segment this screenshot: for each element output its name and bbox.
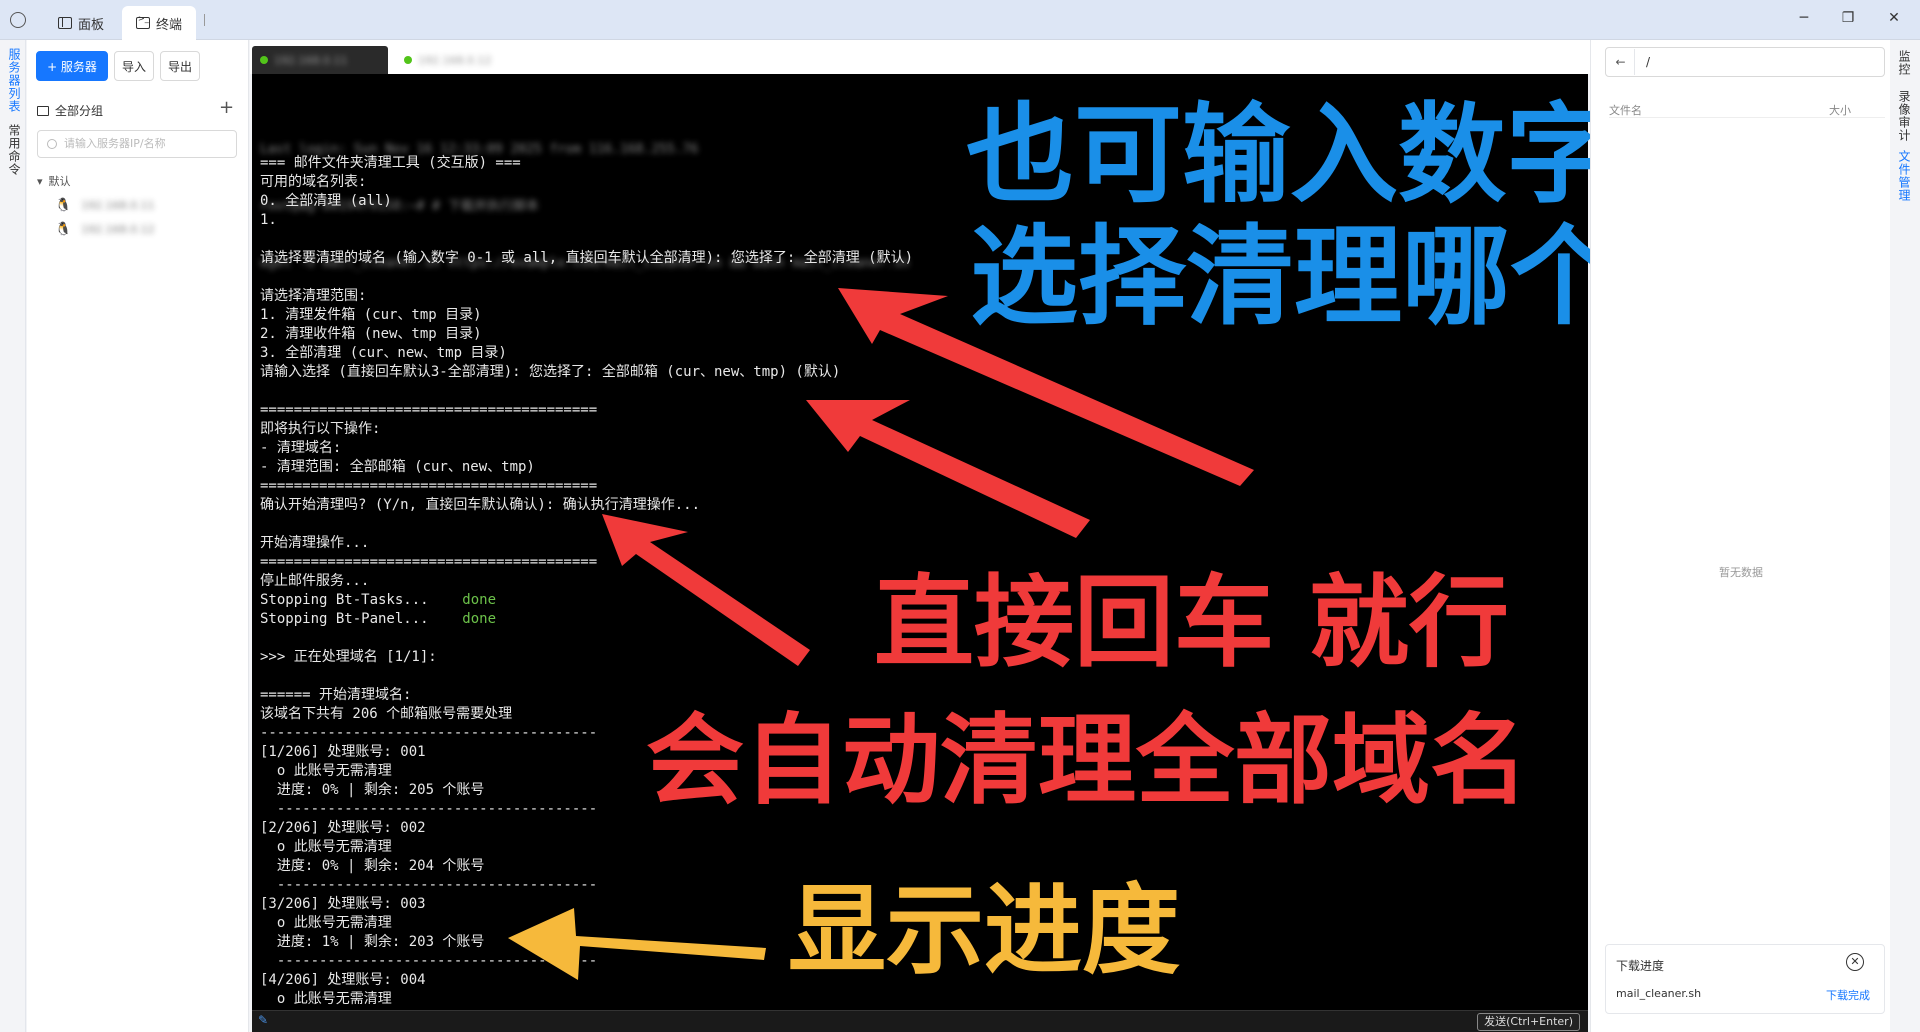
terminal-tab[interactable]: 192.168.0.12 <box>396 46 532 74</box>
user-icon[interactable] <box>10 12 26 28</box>
header-divider <box>1609 117 1885 118</box>
chevron-down-icon: ▾ <box>37 174 43 188</box>
terminal-line: ====== 开始清理域名: <box>260 687 420 703</box>
close-circle-icon[interactable]: ✕ <box>1846 953 1864 971</box>
col-filename[interactable]: 文件名 <box>1609 102 1642 118</box>
close-button[interactable]: ✕ <box>1884 10 1904 26</box>
server-search-input[interactable]: 请输入服务器IP/名称 <box>37 130 237 158</box>
terminal-line: 开始清理操作... <box>260 535 370 551</box>
group-default[interactable]: ▾ 默认 <box>37 173 71 189</box>
status-dot-icon <box>260 56 268 64</box>
terminal-tab-label: 192.168.0.11 <box>274 53 348 67</box>
linux-icon: 🐧 <box>55 222 72 237</box>
terminal-line: Stopping Bt-Panel... done <box>260 611 497 627</box>
terminal-line: 停止邮件服务... <box>260 573 370 589</box>
send-button[interactable]: 发送(Ctrl+Enter) <box>1477 1013 1580 1031</box>
terminal-line: 请选择清理范围: <box>260 288 367 304</box>
terminal-line: 2. 清理收件箱 (new、tmp 目录) <box>260 326 482 342</box>
done-status: done <box>428 611 497 627</box>
terminal-line: - 清理范围: 全部邮箱 (cur、new、tmp) <box>260 459 535 475</box>
linux-icon: 🐧 <box>55 198 72 213</box>
right-rail: 监控 录像审计 文件管理 <box>1890 40 1920 1032</box>
terminal-tab-bar: 192.168.0.11 192.168.0.12 <box>250 40 1590 74</box>
restore-button[interactable]: ❐ <box>1838 10 1858 26</box>
path-value: / <box>1646 55 1651 69</box>
terminal-line: 请输入选择 (直接回车默认3-全部清理): 您选择了: 全部邮箱 (cur、ne… <box>260 364 841 380</box>
server-name: 192.168.0.12 <box>81 223 155 236</box>
terminal-line: 0. 全部清理 (all) <box>260 193 392 209</box>
tab-panel[interactable]: 面板 <box>44 6 118 40</box>
terminal-line: o 此账号无需清理 <box>260 839 392 855</box>
download-status: 下载完成 <box>1826 989 1870 1002</box>
terminal-line: - 清理域名: <box>260 440 350 456</box>
rail-monitor[interactable]: 监控 <box>1896 50 1913 76</box>
terminal-footer: ✎ 发送(Ctrl+Enter) <box>252 1010 1588 1032</box>
terminal-line: 1. <box>260 212 286 228</box>
file-panel: ← / 文件名 大小 暂无数据 下载进度 ✕ mail_cleaner.sh 下… <box>1590 40 1890 1032</box>
server-item[interactable]: 🐧 192.168.0.11 <box>55 198 155 213</box>
import-button[interactable]: 导入 <box>114 51 154 81</box>
annotation-red-1: 直接回车 就行 <box>874 564 1509 681</box>
terminal-line: 确认开始清理吗? (Y/n, 直接回车默认确认): 确认执行清理操作... <box>260 497 701 513</box>
rail-server-list[interactable]: 服务器列表 <box>6 48 23 113</box>
tab-terminal[interactable]: 终端 <box>122 6 197 40</box>
annotation-red-2: 会自动清理全部域名 <box>646 704 1529 818</box>
path-input[interactable]: ← / <box>1605 47 1885 77</box>
terminal-line: >>> 正在处理域名 [1/1]: <box>260 649 446 665</box>
top-tab-bar: 面板 终端 ─ ❐ ✕ <box>0 0 1920 40</box>
annotation-blue-2: 选择清理哪个 <box>970 215 1619 340</box>
export-button[interactable]: 导出 <box>160 51 200 81</box>
done-status: done <box>428 592 497 608</box>
tab-panel-label: 面板 <box>78 17 105 33</box>
terminal-line: 1. 清理发件箱 (cur、tmp 目录) <box>260 307 482 323</box>
left-rail: 服务器列表 常用命令 <box>0 40 26 1032</box>
back-arrow-icon[interactable]: ← <box>1607 49 1635 75</box>
terminal-tab-label: 192.168.0.12 <box>418 53 492 67</box>
group-all-label: 全部分组 <box>55 104 104 118</box>
server-item[interactable]: 🐧 192.168.0.12 <box>55 222 155 237</box>
download-file: mail_cleaner.sh <box>1616 987 1702 1000</box>
terminal-line: ======================================== <box>260 554 598 570</box>
tab-divider <box>204 14 205 26</box>
status-dot-icon <box>404 56 412 64</box>
minimize-button[interactable]: ─ <box>1794 10 1814 26</box>
group-all[interactable]: 全部分组 <box>37 102 103 119</box>
terminal-line: ======================================== <box>260 478 598 494</box>
server-name: 192.168.0.11 <box>81 199 155 212</box>
terminal-line: 请选择要清理的域名 (输入数字 0-1 或 all, 直接回车默认全部清理): … <box>260 250 914 266</box>
terminal-line: Stopping Bt-Tasks... done <box>260 592 497 608</box>
terminal-line: 3. 全部清理 (cur、new、tmp 目录) <box>260 345 507 361</box>
terminal-tab-active[interactable]: 192.168.0.11 <box>252 46 388 74</box>
server-sidebar: + 服务器 导入 导出 全部分组 + 请输入服务器IP/名称 ▾ 默认 🐧 19… <box>27 40 249 1032</box>
col-size[interactable]: 大小 <box>1829 102 1851 118</box>
rail-audit[interactable]: 录像审计 <box>1896 90 1913 142</box>
list-icon <box>37 105 49 116</box>
terminal-line: o 此账号无需清理 <box>260 991 392 1007</box>
terminal-line: ======================================== <box>260 402 598 418</box>
download-progress-box: 下载进度 ✕ mail_cleaner.sh 下载完成 <box>1605 944 1885 1014</box>
terminal-line: [2/206] 处理账号: 002 <box>260 820 426 836</box>
add-group-icon[interactable]: + <box>219 97 234 118</box>
annotation-yellow: 显示进度 <box>788 874 1181 988</box>
add-server-button[interactable]: + 服务器 <box>36 51 108 81</box>
annotation-blue-1: 也可输入数字 <box>966 93 1615 218</box>
terminal-line: === 邮件文件夹清理工具 (交互版) === <box>260 155 521 171</box>
tab-terminal-label: 终端 <box>156 17 183 33</box>
empty-state: 暂无数据 <box>1719 566 1763 579</box>
rail-file-manager[interactable]: 文件管理 <box>1896 150 1913 202</box>
download-title: 下载进度 <box>1616 959 1665 973</box>
rail-common-commands[interactable]: 常用命令 <box>6 124 23 176</box>
edit-icon[interactable]: ✎ <box>258 1013 268 1027</box>
terminal-line: 可用的域名列表: <box>260 174 367 190</box>
group-default-label: 默认 <box>48 175 71 188</box>
terminal-line: 即将执行以下操作: <box>260 421 381 437</box>
panel-icon <box>58 17 72 29</box>
terminal-icon <box>136 14 150 29</box>
